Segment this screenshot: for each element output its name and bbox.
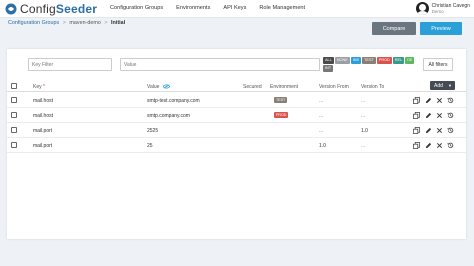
history-icon[interactable]: [446, 141, 454, 149]
eye-icon[interactable]: [162, 84, 171, 89]
delete-icon[interactable]: [435, 126, 443, 134]
table-row: mail.host smtp-test.company.com TEST ...…: [7, 93, 466, 108]
cell-version-from: ...: [319, 128, 324, 134]
nav-role-management[interactable]: Role Management: [259, 5, 305, 11]
breadcrumb-current: Initial: [111, 20, 126, 26]
cell-version-from: ...: [319, 98, 324, 104]
chevron-down-icon: ▼: [448, 83, 452, 88]
env-badge: TEST: [274, 97, 288, 103]
column-header-environment[interactable]: Environment: [270, 84, 298, 90]
add-button[interactable]: Add ▼: [430, 81, 455, 90]
cell-value: smtp.company.com: [147, 113, 190, 119]
cell-version-to: ...: [361, 143, 366, 149]
table-header: Key * Value Secured Environment Version …: [7, 81, 466, 92]
env-tag-test[interactable]: TEST: [362, 57, 376, 64]
breadcrumb-separator: >: [104, 20, 108, 26]
cell-key: mail.port: [33, 128, 53, 134]
env-badge: PROD: [274, 112, 289, 118]
delete-icon[interactable]: [435, 141, 443, 149]
logo-icon: [5, 3, 17, 15]
table-row: mail.port 25 1.0 ...: [7, 138, 466, 153]
column-header-version-from[interactable]: Version From: [319, 84, 349, 90]
breadcrumb-configuration-groups[interactable]: Configuration Groups: [8, 20, 59, 26]
row-checkbox[interactable]: [11, 127, 17, 133]
column-header-version-to[interactable]: Version To: [361, 84, 384, 90]
edit-icon[interactable]: [424, 126, 432, 134]
table-row: mail.port 2525 ... 1.0: [7, 123, 466, 138]
user-menu[interactable]: Christian Cavegn Demo: [415, 2, 470, 15]
column-header-key[interactable]: Key *: [33, 84, 45, 90]
cell-version-from: 1.0: [319, 143, 326, 149]
app-name: ConfigSeeder: [20, 2, 98, 16]
value-filter-input[interactable]: [120, 58, 320, 71]
edit-icon[interactable]: [424, 111, 432, 119]
row-checkbox[interactable]: [11, 142, 17, 148]
env-tag-ins[interactable]: INS: [350, 57, 362, 64]
cell-key: mail.host: [33, 98, 54, 104]
user-role: Demo: [431, 8, 444, 14]
cell-value: 2525: [147, 128, 159, 134]
cell-key: mail.host: [33, 113, 54, 119]
env-tag-all[interactable]: ALL: [323, 57, 334, 64]
row-checkbox[interactable]: [11, 97, 17, 103]
copy-icon[interactable]: [412, 111, 420, 119]
cell-value: smtp-test.company.com: [147, 98, 200, 104]
delete-icon[interactable]: [435, 96, 443, 104]
column-header-value[interactable]: Value: [147, 84, 171, 90]
avatar: [415, 2, 429, 15]
cell-version-from: ...: [319, 113, 324, 119]
edit-icon[interactable]: [424, 96, 432, 104]
edit-icon[interactable]: [424, 141, 432, 149]
env-tag-rel[interactable]: REL: [392, 57, 405, 64]
delete-icon[interactable]: [435, 111, 443, 119]
copy-icon[interactable]: [412, 126, 420, 134]
nav-configuration-groups[interactable]: Configuration Groups: [110, 5, 163, 11]
copy-icon[interactable]: [412, 141, 420, 149]
cell-version-to: ...: [361, 113, 366, 119]
nav-api-keys[interactable]: API Keys: [223, 5, 246, 11]
copy-icon[interactable]: [412, 96, 420, 104]
env-tag-int[interactable]: INT: [323, 65, 334, 72]
main-nav: Configuration Groups Environments API Ke…: [110, 5, 318, 11]
breadcrumb-separator: >: [62, 20, 66, 26]
select-all-checkbox[interactable]: [11, 83, 17, 89]
environment-filter-tags: ALL NONE INS TEST PROD REL DE INT: [323, 57, 417, 72]
breadcrumb-group[interactable]: maven-demo: [69, 20, 100, 26]
table-row: mail.host smtp.company.com PROD ... ...: [7, 108, 466, 123]
env-tag-none[interactable]: NONE: [334, 57, 350, 64]
env-tag-prod[interactable]: PROD: [376, 57, 392, 64]
cell-version-to: ...: [361, 98, 366, 104]
history-icon[interactable]: [446, 126, 454, 134]
history-icon[interactable]: [446, 96, 454, 104]
history-icon[interactable]: [446, 111, 454, 119]
key-filter-input[interactable]: [28, 58, 112, 71]
compare-button[interactable]: Compare: [372, 22, 416, 35]
preview-button[interactable]: Preview: [420, 22, 462, 35]
cell-value: 25: [147, 143, 153, 149]
cell-key: mail.port: [33, 143, 53, 149]
cell-version-to: 1.0: [361, 128, 368, 134]
app-logo[interactable]: ConfigSeeder: [5, 2, 97, 16]
all-filters-button[interactable]: All filters: [423, 58, 453, 71]
nav-environments[interactable]: Environments: [176, 5, 210, 11]
top-navbar: ConfigSeeder Configuration Groups Enviro…: [0, 0, 474, 18]
row-checkbox[interactable]: [11, 112, 17, 118]
breadcrumb: Configuration Groups > maven-demo > Init…: [8, 20, 125, 26]
column-header-secured[interactable]: Secured: [243, 84, 262, 90]
env-tag-de[interactable]: DE: [405, 57, 415, 64]
